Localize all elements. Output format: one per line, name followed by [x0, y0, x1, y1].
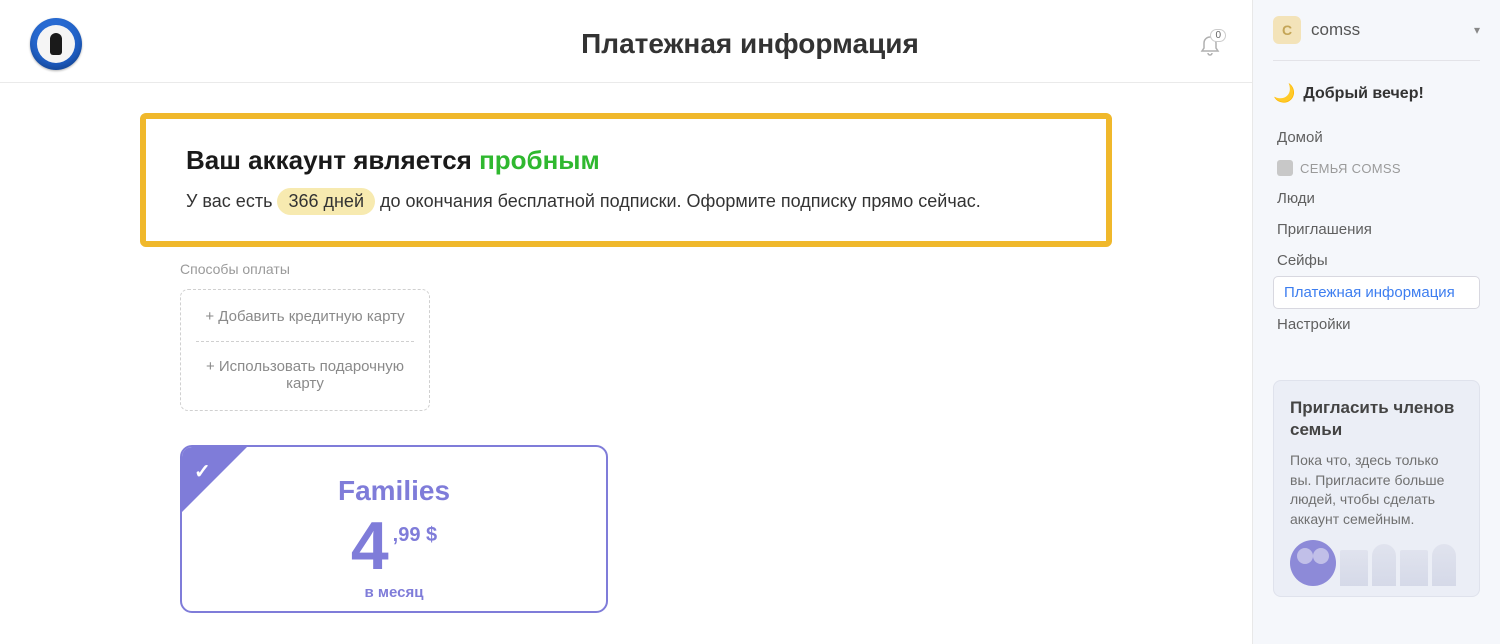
account-menu[interactable]: C comss ▾: [1273, 16, 1480, 61]
sidebar: C comss ▾ 🌙 Добрый вечер! Домой СЕМЬЯ CO…: [1253, 0, 1500, 644]
page-title: Платежная информация: [581, 28, 919, 60]
content-area: Ваш аккаунт является пробным У вас есть …: [0, 83, 1252, 613]
username: comss: [1311, 20, 1464, 40]
nav-billing[interactable]: Платежная информация: [1273, 276, 1480, 309]
building-icon: [1400, 550, 1428, 586]
trial-days-badge: 366 дней: [277, 188, 375, 215]
header: Платежная информация 0: [0, 0, 1252, 83]
invite-card-text: Пока что, здесь только вы. Пригласите бо…: [1290, 451, 1463, 529]
plan-name: Families: [202, 475, 586, 507]
people-icon: [1290, 540, 1336, 586]
app-logo-icon[interactable]: [30, 18, 82, 70]
notifications-button[interactable]: 0: [1198, 31, 1222, 57]
trial-banner: Ваш аккаунт является пробным У вас есть …: [140, 113, 1112, 247]
trial-sub-suffix: до окончания бесплатной подписки. Оформи…: [375, 191, 981, 211]
building-icon: [1372, 544, 1396, 586]
nav-people[interactable]: Люди: [1273, 183, 1480, 214]
plan-price-minor: ,99 $: [393, 524, 437, 547]
plan-card-families[interactable]: ✓ Families 4 ,99 $ в месяц: [180, 445, 608, 613]
plan-price-major: 4: [351, 512, 389, 580]
family-label: СЕМЬЯ COMSS: [1300, 161, 1401, 176]
nav-invites[interactable]: Приглашения: [1273, 214, 1480, 245]
trial-sub-prefix: У вас есть: [186, 191, 277, 211]
greeting: 🌙 Добрый вечер!: [1273, 83, 1480, 104]
nav-home[interactable]: Домой: [1273, 122, 1480, 153]
trial-subtitle: У вас есть 366 дней до окончания бесплат…: [186, 188, 1066, 215]
payment-methods-box: + Добавить кредитную карту + Использоват…: [180, 289, 430, 411]
building-icon: [1340, 550, 1368, 586]
invite-illustration: [1290, 542, 1463, 586]
family-icon: [1277, 160, 1293, 176]
plan-period: в месяц: [202, 584, 586, 601]
check-icon: ✓: [194, 459, 211, 484]
trial-title-prefix: Ваш аккаунт является: [186, 145, 479, 175]
plan-price: 4 ,99 $: [202, 512, 586, 580]
building-icon: [1432, 544, 1456, 586]
invite-family-card[interactable]: Пригласить членов семьи Пока что, здесь …: [1273, 380, 1480, 597]
payment-methods-label: Способы оплаты: [180, 261, 1112, 277]
add-credit-card-button[interactable]: + Добавить кредитную карту: [201, 308, 409, 325]
chevron-down-icon: ▾: [1474, 23, 1480, 37]
avatar: C: [1273, 16, 1301, 44]
nav-family-header[interactable]: СЕМЬЯ COMSS: [1273, 153, 1480, 183]
notifications-count: 0: [1210, 29, 1226, 42]
moon-icon: 🌙: [1273, 83, 1295, 104]
nav-vaults[interactable]: Сейфы: [1273, 245, 1480, 276]
greeting-text: Добрый вечер!: [1303, 85, 1423, 103]
nav-settings[interactable]: Настройки: [1273, 309, 1480, 340]
invite-card-title: Пригласить членов семьи: [1290, 397, 1463, 441]
use-gift-card-button[interactable]: + Использовать подарочную карту: [201, 358, 409, 392]
main-panel: Платежная информация 0 Ваш аккаунт являе…: [0, 0, 1253, 644]
plan-selected-corner: [182, 447, 247, 512]
trial-title: Ваш аккаунт является пробным: [186, 145, 1066, 176]
trial-status-word: пробным: [479, 145, 600, 175]
divider: [196, 341, 414, 342]
